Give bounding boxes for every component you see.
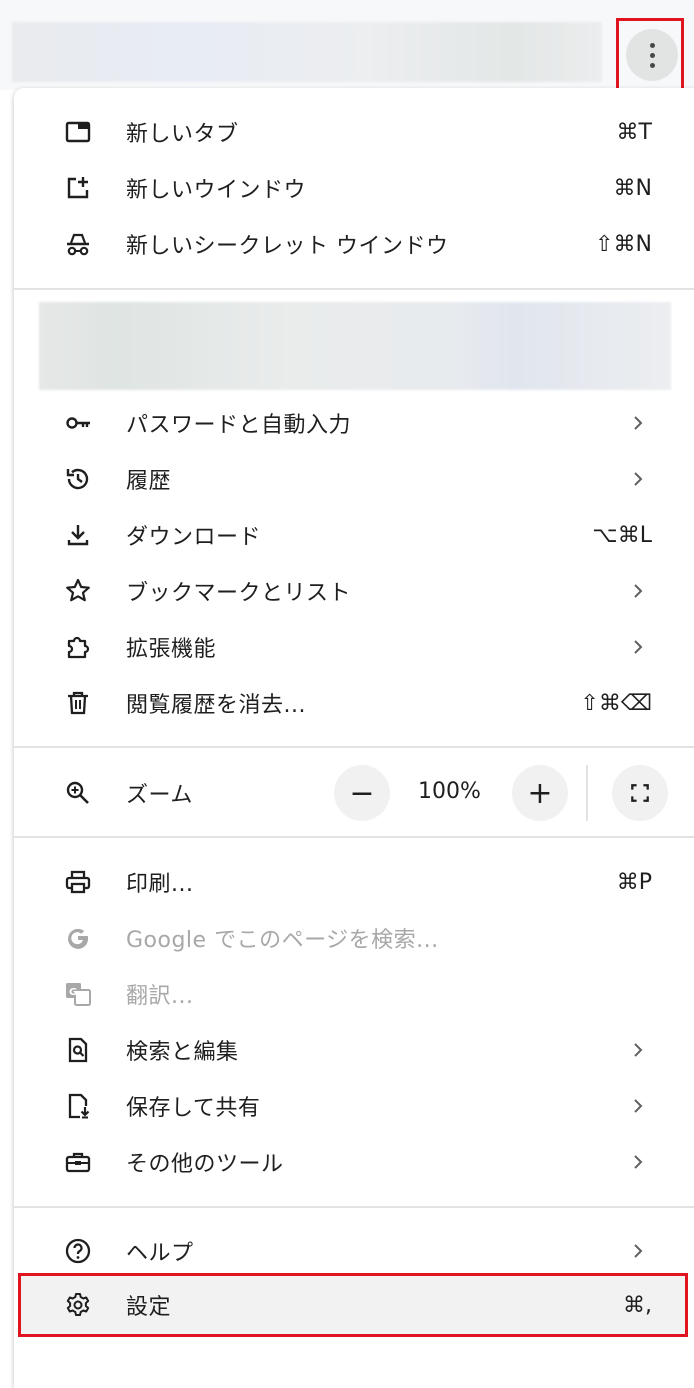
menu-item-new-tab[interactable]: 新しいタブ ⌘T — [14, 104, 694, 160]
menu-item-incognito[interactable]: 新しいシークレット ウインドウ ⇧⌘N — [14, 216, 694, 272]
zoom-in-button[interactable]: + — [512, 765, 568, 821]
download-icon — [62, 519, 94, 551]
incognito-label: 新しいシークレット ウインドウ — [126, 234, 449, 259]
zoom-level: 100% — [418, 779, 481, 804]
zoom-icon — [62, 777, 94, 809]
gear-icon — [62, 1289, 94, 1321]
menu-item-google-search[interactable]: Google でこのページを検索... — [14, 910, 694, 966]
menu-item-passwords[interactable]: パスワードと自動入力 — [14, 395, 694, 451]
minus-icon: − — [349, 775, 375, 811]
downloads-label: ダウンロード — [126, 525, 262, 550]
passwords-label: パスワードと自動入力 — [126, 413, 352, 438]
save-share-label: 保存して共有 — [126, 1096, 261, 1121]
new-window-label: 新しいウインドウ — [126, 178, 307, 203]
trash-icon — [62, 687, 94, 719]
toolbox-icon — [62, 1146, 94, 1178]
help-label: ヘルプ — [126, 1241, 194, 1266]
menu-item-bookmarks[interactable]: ブックマークとリスト — [14, 563, 694, 619]
save-share-icon — [62, 1090, 94, 1122]
menu-item-settings[interactable]: 設定 ⌘, — [14, 1277, 694, 1333]
svg-text:G: G — [69, 987, 77, 998]
print-icon — [62, 866, 94, 898]
divider — [14, 288, 694, 290]
divider — [14, 836, 694, 838]
kebab-icon — [649, 42, 655, 68]
menu-item-more-tools[interactable]: その他のツール — [14, 1134, 694, 1190]
settings-shortcut: ⌘, — [623, 1292, 652, 1318]
print-shortcut: ⌘P — [616, 869, 652, 895]
find-edit-icon — [62, 1034, 94, 1066]
key-icon — [62, 407, 94, 439]
chevron-right-icon — [634, 1155, 643, 1169]
translate-label: 翻訳... — [126, 984, 194, 1009]
more-tools-label: その他のツール — [126, 1152, 284, 1177]
fullscreen-button[interactable] — [612, 765, 668, 821]
clear-data-shortcut: ⇧⌘⌫ — [580, 690, 652, 716]
new-tab-label: 新しいタブ — [126, 122, 239, 147]
downloads-shortcut: ⌥⌘L — [592, 522, 652, 548]
chevron-right-icon — [634, 1244, 643, 1258]
menu-item-extensions[interactable]: 拡張機能 — [14, 619, 694, 675]
new-window-shortcut: ⌘N — [613, 175, 652, 201]
chrome-main-menu: 新しいタブ ⌘T 新しいウインドウ ⌘N 新しいシークレット ウインドウ ⇧⌘N… — [14, 88, 694, 1388]
menu-item-help[interactable]: ヘルプ — [14, 1223, 694, 1279]
history-label: 履歴 — [126, 469, 172, 494]
extensions-label: 拡張機能 — [126, 637, 217, 662]
menu-button-highlight — [616, 18, 684, 92]
menu-item-save-share[interactable]: 保存して共有 — [14, 1078, 694, 1134]
bookmarks-label: ブックマークとリスト — [126, 581, 352, 606]
zoom-label: ズーム — [126, 783, 193, 808]
google-search-label: Google でこのページを検索... — [126, 928, 439, 953]
browser-toolbar — [0, 0, 694, 92]
plus-icon: + — [527, 775, 553, 811]
divider — [14, 1206, 694, 1208]
new-window-icon — [62, 172, 94, 204]
menu-item-translate[interactable]: G 翻訳... — [14, 966, 694, 1022]
find-edit-label: 検索と編集 — [126, 1040, 239, 1065]
fullscreen-icon — [631, 784, 649, 802]
menu-item-new-window[interactable]: 新しいウインドウ ⌘N — [14, 160, 694, 216]
chevron-right-icon — [634, 416, 643, 430]
google-icon — [62, 922, 94, 954]
extension-icon — [62, 631, 94, 663]
translate-icon: G — [62, 978, 94, 1010]
chevron-right-icon — [634, 1099, 643, 1113]
zoom-separator — [586, 765, 588, 821]
chevron-right-icon — [634, 472, 643, 486]
profile-row-blurred[interactable] — [39, 302, 671, 390]
history-icon — [62, 463, 94, 495]
menu-item-clear-data[interactable]: 閲覧履歴を消去... ⇧⌘⌫ — [14, 675, 694, 731]
menu-item-print[interactable]: 印刷... ⌘P — [14, 854, 694, 910]
menu-item-find-edit[interactable]: 検索と編集 — [14, 1022, 694, 1078]
chevron-right-icon — [634, 584, 643, 598]
new-tab-shortcut: ⌘T — [616, 119, 652, 145]
incognito-shortcut: ⇧⌘N — [595, 231, 652, 257]
zoom-out-button[interactable]: − — [334, 765, 390, 821]
more-menu-button[interactable] — [626, 29, 678, 81]
divider — [14, 746, 694, 748]
chevron-right-icon — [634, 1043, 643, 1057]
help-icon — [62, 1235, 94, 1267]
new-tab-icon — [62, 116, 94, 148]
incognito-icon — [62, 228, 94, 260]
menu-item-downloads[interactable]: ダウンロード ⌥⌘L — [14, 507, 694, 563]
chevron-right-icon — [634, 640, 643, 654]
print-label: 印刷... — [126, 872, 194, 897]
star-icon — [62, 575, 94, 607]
settings-label: 設定 — [126, 1295, 172, 1320]
menu-item-history[interactable]: 履歴 — [14, 451, 694, 507]
address-bar-blurred[interactable] — [12, 22, 602, 82]
clear-data-label: 閲覧履歴を消去... — [126, 693, 306, 718]
